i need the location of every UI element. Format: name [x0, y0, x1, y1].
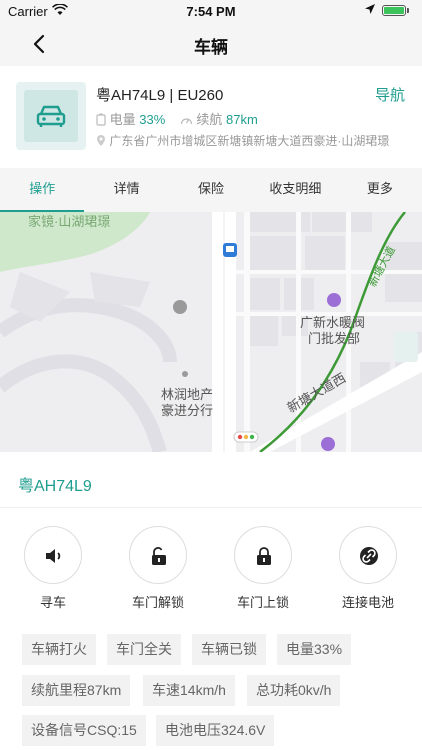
tab-bar: 操作 详情 保险 收支明细 更多 [0, 168, 422, 212]
unlock-doors-button[interactable]: 车门解锁 [108, 526, 208, 611]
tab-more[interactable]: 更多 [338, 168, 422, 212]
status-tag: 电量33% [277, 634, 352, 665]
battery-small-icon [96, 113, 106, 129]
status-tag: 车辆打火 [22, 634, 96, 665]
status-tag: 续航里程87km [22, 675, 131, 706]
unlock-icon [152, 547, 166, 565]
tab-details[interactable]: 详情 [84, 168, 168, 212]
vehicle-plate-model: 粤AH74L9 | EU260 [96, 87, 224, 104]
status-tag: 车门全关 [107, 634, 181, 665]
page-title: 车辆 [194, 38, 228, 57]
status-bar: Carrier 7:54 PM [0, 0, 422, 22]
lock-doors-label: 车门上锁 [236, 595, 289, 610]
status-tag: 总功耗0kv/h [247, 675, 341, 706]
clock: 7:54 PM [186, 4, 236, 19]
lock-doors-button[interactable]: 车门上锁 [213, 526, 313, 611]
status-tag: 设备信号CSQ:15 [22, 715, 146, 746]
map-view[interactable]: 家镜·山湖珺璟 广新水暖阀 门批发部 林润地产 豪进分行 新塘大道西 新塘大道 [0, 212, 422, 452]
location-arrow-icon [364, 3, 376, 18]
navigate-link[interactable]: 导航 [375, 84, 405, 105]
tab-operations[interactable]: 操作 [0, 168, 85, 212]
range-label: 续航 [196, 112, 223, 127]
car-icon [36, 105, 66, 127]
nav-bar: 车辆 [0, 22, 422, 66]
find-car-button[interactable]: 寻车 [3, 526, 103, 611]
vehicle-actions: 寻车 车门解锁 车门上锁 连接电池 [0, 526, 422, 616]
status-tag: 车辆已锁 [192, 634, 266, 665]
vehicle-address: 广东省广州市增城区新塘镇新塘大道西豪进·山湖珺璟 [96, 132, 410, 150]
map-label-estate-2: 豪进分行 [161, 403, 214, 418]
gauge-icon [180, 114, 193, 129]
speaker-icon [46, 549, 61, 563]
range-value: 87km [226, 112, 258, 127]
map-label-top-left: 家镜·山湖珺璟 [28, 214, 111, 229]
connect-battery-label: 连接电池 [341, 595, 394, 610]
vehicle-thumbnail [16, 82, 86, 150]
link-icon [360, 547, 378, 565]
battery-value: 33% [139, 112, 166, 127]
status-tag: 电池电压324.6V [156, 715, 275, 746]
find-car-label: 寻车 [39, 595, 66, 610]
vehicle-stats: 电量 33% 续航 87km [96, 109, 258, 129]
lock-icon [257, 547, 271, 565]
status-tag: 车速14km/h [143, 675, 235, 706]
plate-number: 粤AH74L9 [18, 478, 92, 495]
location-pin-icon [96, 134, 106, 150]
unlock-doors-label: 车门解锁 [131, 595, 184, 610]
battery-label: 电量 [109, 112, 136, 127]
vehicle-card: 粤AH74L9 | EU260 导航 电量 33% 续航 87km 广东省广州市… [0, 66, 422, 168]
tab-insurance[interactable]: 保险 [169, 168, 253, 212]
connect-battery-button[interactable]: 连接电池 [318, 526, 418, 611]
plate-section-header: 粤AH74L9 [0, 452, 422, 508]
map-label-shop-2: 门批发部 [308, 331, 361, 346]
battery-icon [382, 5, 406, 16]
battery-tip [407, 8, 409, 13]
tab-income-expense[interactable]: 收支明细 [253, 168, 337, 212]
address-text: 广东省广州市增城区新塘镇新塘大道西豪进·山湖珺璟 [109, 134, 390, 148]
